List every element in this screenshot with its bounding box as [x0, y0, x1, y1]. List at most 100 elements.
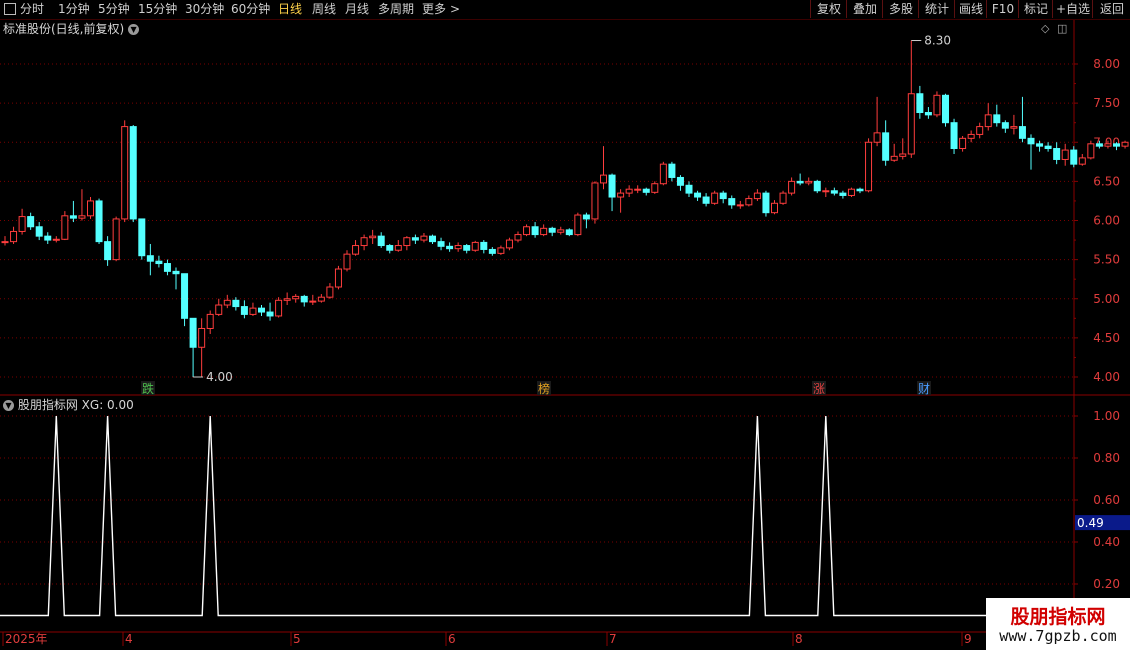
- candle-body-up[interactable]: [771, 202, 778, 214]
- candle-body-down[interactable]: [993, 114, 1001, 124]
- candle-body-down[interactable]: [1095, 143, 1103, 147]
- candle-body-up[interactable]: [540, 227, 548, 236]
- candle-body-up[interactable]: [967, 133, 975, 139]
- candlesticks[interactable]: [1, 40, 1130, 377]
- candle-body-up[interactable]: [206, 313, 214, 329]
- candle-body-up[interactable]: [591, 182, 599, 220]
- candle-body-down[interactable]: [642, 188, 650, 193]
- candle-body-up[interactable]: [360, 237, 368, 247]
- candle-body-down[interactable]: [1053, 148, 1061, 160]
- candle-body-up[interactable]: [454, 245, 462, 250]
- candle-body-down[interactable]: [856, 188, 864, 192]
- candle-body-up[interactable]: [394, 245, 402, 251]
- candle-body-up[interactable]: [223, 299, 231, 306]
- candle-body-down[interactable]: [300, 295, 308, 303]
- candle-body-up[interactable]: [984, 114, 992, 128]
- candle-body-down[interactable]: [386, 245, 394, 251]
- tab-5min[interactable]: 5分钟: [98, 1, 130, 18]
- candle-body-up[interactable]: [352, 245, 360, 255]
- candle-body-up[interactable]: [933, 94, 941, 116]
- candle-body-down[interactable]: [924, 112, 932, 116]
- candle-body-up[interactable]: [890, 155, 898, 161]
- candle-body-down[interactable]: [163, 263, 171, 272]
- candle-body-down[interactable]: [446, 245, 454, 250]
- candle-body-down[interactable]: [488, 248, 496, 254]
- candle-body-down[interactable]: [258, 307, 265, 313]
- candle-body-up[interactable]: [326, 286, 334, 298]
- candle-body-up[interactable]: [634, 188, 642, 191]
- candle-body-up[interactable]: [976, 126, 984, 135]
- f10-button[interactable]: F10: [986, 0, 1019, 18]
- candle-body-down[interactable]: [411, 237, 419, 241]
- candle-body-up[interactable]: [788, 180, 796, 194]
- candle-body-up[interactable]: [822, 190, 830, 193]
- tab-15min[interactable]: 15分钟: [138, 1, 177, 18]
- candle-body-up[interactable]: [249, 307, 257, 315]
- candle-body-down[interactable]: [377, 235, 385, 247]
- candle-body-up[interactable]: [275, 299, 283, 317]
- candle-body-up[interactable]: [215, 304, 223, 315]
- candle-body-down[interactable]: [813, 180, 821, 192]
- candle-body-up[interactable]: [959, 137, 967, 150]
- draw-line-button[interactable]: 画线: [954, 0, 987, 18]
- candle-body-up[interactable]: [420, 235, 428, 241]
- tab-1min[interactable]: 1分钟: [58, 1, 90, 18]
- candle-body-up[interactable]: [497, 247, 505, 254]
- candle-body-down[interactable]: [104, 241, 112, 261]
- candle-body-down[interactable]: [463, 245, 471, 251]
- tab-60min[interactable]: 60分钟: [231, 1, 270, 18]
- tab-more[interactable]: 更多: [422, 1, 446, 18]
- candle-body-down[interactable]: [1027, 137, 1035, 145]
- candle-body-up[interactable]: [121, 126, 129, 220]
- candle-body-down[interactable]: [266, 311, 274, 317]
- candle-body-up[interactable]: [283, 298, 291, 301]
- candle-body-up[interactable]: [1104, 143, 1112, 147]
- candle-body-up[interactable]: [557, 229, 565, 233]
- candle-body-down[interactable]: [1036, 143, 1044, 147]
- diamond-icon[interactable]: ◇: [1041, 22, 1049, 35]
- event-marker-1[interactable]: 榜: [538, 381, 550, 396]
- candle-body-down[interactable]: [702, 196, 710, 204]
- candle-body-down[interactable]: [95, 200, 103, 243]
- candle-body-up[interactable]: [18, 216, 26, 232]
- statistics-button[interactable]: 统计: [918, 0, 955, 18]
- candle-body-down[interactable]: [1070, 149, 1078, 165]
- candle-body-down[interactable]: [796, 180, 804, 184]
- candle-body-down[interactable]: [138, 218, 146, 257]
- candle-body-up[interactable]: [625, 188, 633, 194]
- candle-body-down[interactable]: [146, 255, 154, 262]
- candle-body-down[interactable]: [565, 229, 573, 236]
- candle-body-down[interactable]: [719, 192, 727, 200]
- candle-body-down[interactable]: [882, 132, 890, 161]
- overlay-button[interactable]: 叠加: [846, 0, 883, 18]
- event-marker-0[interactable]: 跌: [142, 381, 154, 396]
- candle-body-down[interactable]: [129, 126, 137, 220]
- candle-body-up[interactable]: [1010, 126, 1018, 129]
- fuquan-button[interactable]: 复权: [810, 0, 847, 18]
- candle-body-up[interactable]: [574, 214, 582, 236]
- event-marker-2[interactable]: 涨: [813, 381, 825, 396]
- candle-body-up[interactable]: [505, 239, 513, 249]
- tab-multi-period[interactable]: 多周期: [378, 1, 414, 18]
- candle-body-down[interactable]: [830, 190, 838, 194]
- candle-body-up[interactable]: [10, 230, 18, 243]
- candle-body-down[interactable]: [1018, 126, 1026, 139]
- window-icon[interactable]: [4, 3, 16, 15]
- candle-body-up[interactable]: [292, 295, 300, 300]
- back-button[interactable]: 返回: [1092, 0, 1130, 18]
- candle-body-down[interactable]: [232, 299, 240, 308]
- candle-body-up[interactable]: [1121, 141, 1129, 147]
- event-marker-3[interactable]: 财: [918, 382, 930, 396]
- candle-body-up[interactable]: [659, 163, 667, 185]
- candle-body-up[interactable]: [805, 180, 813, 184]
- candle-body-down[interactable]: [582, 214, 590, 220]
- candle-body-up[interactable]: [309, 300, 317, 303]
- candle-body-up[interactable]: [899, 153, 907, 157]
- candle-body-up[interactable]: [52, 238, 60, 241]
- candle-body-up[interactable]: [847, 188, 855, 196]
- candle-body-down[interactable]: [181, 273, 189, 319]
- candle-body-down[interactable]: [728, 198, 736, 206]
- candle-body-up[interactable]: [1, 241, 9, 244]
- candle-body-up[interactable]: [61, 215, 69, 240]
- candle-body-up[interactable]: [907, 93, 915, 155]
